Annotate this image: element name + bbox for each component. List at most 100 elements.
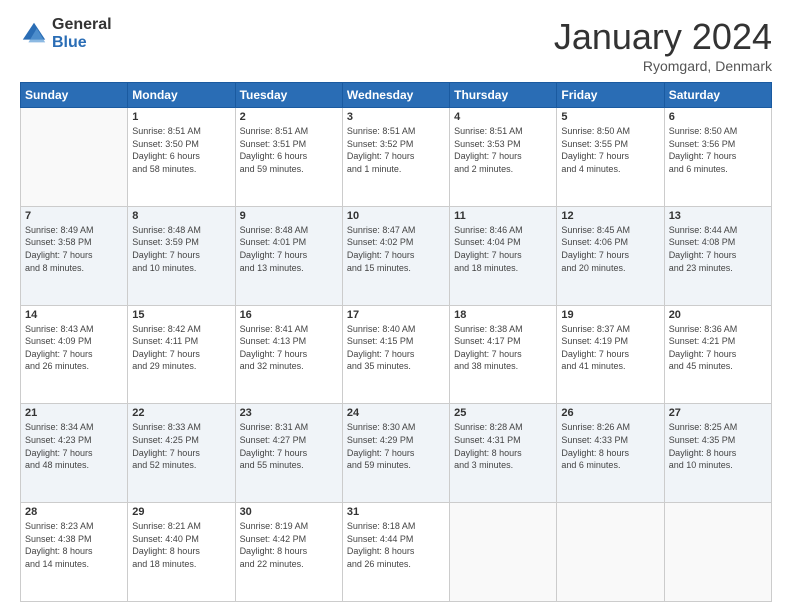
month-title: January 2024 [554, 16, 772, 58]
col-saturday: Saturday [664, 83, 771, 108]
day-info: Sunrise: 8:25 AM Sunset: 4:35 PM Dayligh… [669, 421, 767, 471]
day-info: Sunrise: 8:21 AM Sunset: 4:40 PM Dayligh… [132, 520, 230, 570]
day-info: Sunrise: 8:49 AM Sunset: 3:58 PM Dayligh… [25, 224, 123, 274]
table-row: 24Sunrise: 8:30 AM Sunset: 4:29 PM Dayli… [342, 404, 449, 503]
calendar-table: Sunday Monday Tuesday Wednesday Thursday… [20, 82, 772, 602]
day-number: 11 [454, 210, 552, 222]
table-row: 31 Sunrise: 8:18 AM Sunset: 4:44 PM Dayli… [342, 503, 449, 602]
day-info: Sunrise: 8:38 AM Sunset: 4:17 PM Dayligh… [454, 323, 552, 373]
day-info: Sunrise: 8:51 AM Sunset: 3:50 PM Dayligh… [132, 125, 230, 175]
table-row: 12 Sunrise: 8:45 AM Sunset: 4:06 PM Dayli… [557, 206, 664, 305]
day-number: 12 [561, 210, 659, 222]
day-number: 28 [25, 506, 123, 518]
day-info: Sunrise: 8:23 AM Sunset: 4:38 PM Dayligh… [25, 520, 123, 570]
table-row: 17 Sunrise: 8:40 AM Sunset: 4:15 PM Dayli… [342, 305, 449, 404]
day-number: 25 [454, 407, 552, 419]
day-number: 31 [347, 506, 445, 518]
day-number: 16 [240, 309, 338, 321]
logo-icon [20, 20, 48, 48]
day-number: 26 [561, 407, 659, 419]
table-row: 1Sunrise: 8:51 AM Sunset: 3:50 PM Daylig… [128, 108, 235, 207]
col-friday: Friday [557, 83, 664, 108]
day-info: Sunrise: 8:40 AM Sunset: 4:15 PM Dayligh… [347, 323, 445, 373]
table-row: 26 Sunrise: 8:26 AM Sunset: 4:33 PM Dayli… [557, 404, 664, 503]
day-number: 29 [132, 506, 230, 518]
day-info: Sunrise: 8:34 AM Sunset: 4:23 PM Dayligh… [25, 421, 123, 471]
logo-blue: Blue [52, 34, 87, 51]
table-row: 9 Sunrise: 8:48 AM Sunset: 4:01 PM Daylig… [235, 206, 342, 305]
table-row: 6Sunrise: 8:50 AM Sunset: 3:56 PM Daylig… [664, 108, 771, 207]
location: Ryomgard, Denmark [554, 58, 772, 74]
day-number: 30 [240, 506, 338, 518]
day-info: Sunrise: 8:33 AM Sunset: 4:25 PM Dayligh… [132, 421, 230, 471]
day-number: 8 [132, 210, 230, 222]
day-info: Sunrise: 8:51 AM Sunset: 3:52 PM Dayligh… [347, 125, 445, 175]
day-number: 27 [669, 407, 767, 419]
logo: General Blue [20, 16, 112, 52]
day-info: Sunrise: 8:48 AM Sunset: 4:01 PM Dayligh… [240, 224, 338, 274]
day-number: 4 [454, 111, 552, 123]
table-row [557, 503, 664, 602]
table-row: 28 Sunrise: 8:23 AM Sunset: 4:38 PM Dayli… [21, 503, 128, 602]
day-info: Sunrise: 8:36 AM Sunset: 4:21 PM Dayligh… [669, 323, 767, 373]
table-row: 3 Sunrise: 8:51 AM Sunset: 3:52 PM Daylig… [342, 108, 449, 207]
day-info: Sunrise: 8:46 AM Sunset: 4:04 PM Dayligh… [454, 224, 552, 274]
day-info: Sunrise: 8:26 AM Sunset: 4:33 PM Dayligh… [561, 421, 659, 471]
table-row: 8 Sunrise: 8:48 AM Sunset: 3:59 PM Daylig… [128, 206, 235, 305]
day-number: 21 [25, 407, 123, 419]
table-row [21, 108, 128, 207]
day-number: 18 [454, 309, 552, 321]
table-row: 10Sunrise: 8:47 AM Sunset: 4:02 PM Dayli… [342, 206, 449, 305]
day-info: Sunrise: 8:43 AM Sunset: 4:09 PM Dayligh… [25, 323, 123, 373]
table-row: 13 Sunrise: 8:44 AM Sunset: 4:08 PM Dayli… [664, 206, 771, 305]
day-info: Sunrise: 8:50 AM Sunset: 3:56 PM Dayligh… [669, 125, 767, 175]
table-row: 30Sunrise: 8:19 AM Sunset: 4:42 PM Dayli… [235, 503, 342, 602]
col-sunday: Sunday [21, 83, 128, 108]
header: General Blue January 2024 Ryomgard, Denm… [20, 16, 772, 74]
table-row [450, 503, 557, 602]
day-info: Sunrise: 8:44 AM Sunset: 4:08 PM Dayligh… [669, 224, 767, 274]
calendar-week-3: 21 Sunrise: 8:34 AM Sunset: 4:23 PM Dayli… [21, 404, 772, 503]
day-info: Sunrise: 8:47 AM Sunset: 4:02 PM Dayligh… [347, 224, 445, 274]
col-monday: Monday [128, 83, 235, 108]
table-row [664, 503, 771, 602]
table-row: 18 Sunrise: 8:38 AM Sunset: 4:17 PM Dayli… [450, 305, 557, 404]
table-row: 4 Sunrise: 8:51 AM Sunset: 3:53 PM Daylig… [450, 108, 557, 207]
table-row: 29 Sunrise: 8:21 AM Sunset: 4:40 PM Dayli… [128, 503, 235, 602]
day-info: Sunrise: 8:51 AM Sunset: 3:51 PM Dayligh… [240, 125, 338, 175]
day-info: Sunrise: 8:31 AM Sunset: 4:27 PM Dayligh… [240, 421, 338, 471]
day-number: 13 [669, 210, 767, 222]
calendar-week-1: 7Sunrise: 8:49 AM Sunset: 3:58 PM Daylig… [21, 206, 772, 305]
day-number: 5 [561, 111, 659, 123]
logo-text: General Blue [52, 16, 112, 52]
table-row: 19Sunrise: 8:37 AM Sunset: 4:19 PM Dayli… [557, 305, 664, 404]
day-info: Sunrise: 8:45 AM Sunset: 4:06 PM Dayligh… [561, 224, 659, 274]
table-row: 14Sunrise: 8:43 AM Sunset: 4:09 PM Dayli… [21, 305, 128, 404]
col-tuesday: Tuesday [235, 83, 342, 108]
table-row: 21 Sunrise: 8:34 AM Sunset: 4:23 PM Dayli… [21, 404, 128, 503]
table-row: 27 Sunrise: 8:25 AM Sunset: 4:35 PM Dayli… [664, 404, 771, 503]
table-row: 20 Sunrise: 8:36 AM Sunset: 4:21 PM Dayli… [664, 305, 771, 404]
day-info: Sunrise: 8:51 AM Sunset: 3:53 PM Dayligh… [454, 125, 552, 175]
logo-general: General [52, 16, 112, 33]
day-info: Sunrise: 8:41 AM Sunset: 4:13 PM Dayligh… [240, 323, 338, 373]
day-number: 17 [347, 309, 445, 321]
calendar-week-2: 14Sunrise: 8:43 AM Sunset: 4:09 PM Dayli… [21, 305, 772, 404]
day-info: Sunrise: 8:48 AM Sunset: 3:59 PM Dayligh… [132, 224, 230, 274]
day-number: 3 [347, 111, 445, 123]
table-row: 23 Sunrise: 8:31 AM Sunset: 4:27 PM Dayli… [235, 404, 342, 503]
day-number: 20 [669, 309, 767, 321]
day-number: 9 [240, 210, 338, 222]
day-number: 23 [240, 407, 338, 419]
day-info: Sunrise: 8:50 AM Sunset: 3:55 PM Dayligh… [561, 125, 659, 175]
title-block: January 2024 Ryomgard, Denmark [554, 16, 772, 74]
table-row: 16 Sunrise: 8:41 AM Sunset: 4:13 PM Dayli… [235, 305, 342, 404]
day-number: 15 [132, 309, 230, 321]
day-number: 19 [561, 309, 659, 321]
day-number: 24 [347, 407, 445, 419]
calendar-week-4: 28 Sunrise: 8:23 AM Sunset: 4:38 PM Dayli… [21, 503, 772, 602]
table-row: 15 Sunrise: 8:42 AM Sunset: 4:11 PM Dayli… [128, 305, 235, 404]
day-info: Sunrise: 8:18 AM Sunset: 4:44 PM Dayligh… [347, 520, 445, 570]
day-info: Sunrise: 8:42 AM Sunset: 4:11 PM Dayligh… [132, 323, 230, 373]
day-number: 2 [240, 111, 338, 123]
